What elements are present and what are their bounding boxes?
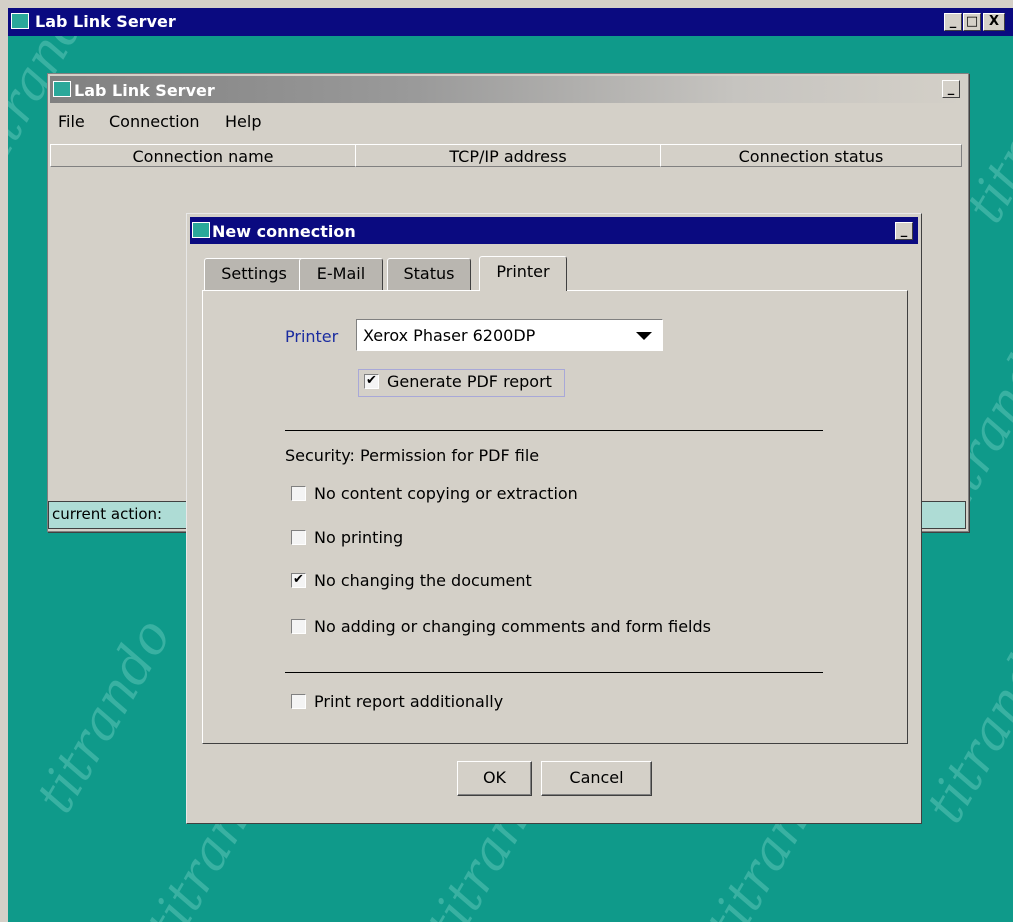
app-icon: [11, 13, 29, 29]
no-content-copying-label: No content copying or extraction: [314, 484, 578, 503]
generate-pdf-label: Generate PDF report: [387, 372, 552, 391]
checkbox-box[interactable]: [291, 530, 306, 545]
tab-email[interactable]: E-Mail: [299, 258, 383, 290]
dialog-title: New connection: [212, 222, 356, 241]
separator: [285, 430, 823, 431]
no-printing-label: No printing: [314, 528, 404, 547]
no-changing-document-label: No changing the document: [314, 571, 532, 590]
checkbox-box[interactable]: [291, 619, 306, 634]
inner-minimize-button[interactable]: _: [942, 80, 960, 98]
printer-label: Printer: [285, 327, 339, 346]
app-titlebar: Lab Link Server _ □ X: [8, 8, 1013, 36]
print-report-additionally-label: Print report additionally: [314, 692, 504, 711]
column-header-connection-name[interactable]: Connection name: [50, 144, 356, 167]
printer-select-value: Xerox Phaser 6200DP: [363, 326, 536, 345]
security-section-label: Security: Permission for PDF file: [285, 446, 540, 465]
tab-printer[interactable]: Printer: [479, 256, 567, 291]
watermark-logo: titrando: [915, 619, 1013, 833]
separator: [285, 672, 823, 673]
cancel-button[interactable]: Cancel: [541, 761, 652, 796]
inner-titlebar: Lab Link Server _: [50, 76, 966, 103]
column-header-tcp-ip-address[interactable]: TCP/IP address: [355, 144, 661, 167]
minimize-button[interactable]: _: [944, 13, 962, 31]
no-adding-comments-label: No adding or changing comments and form …: [314, 617, 711, 636]
tab-settings[interactable]: Settings: [204, 258, 304, 290]
watermark-logo: titrando: [25, 609, 184, 823]
column-header-connection-status[interactable]: Connection status: [660, 144, 962, 167]
inner-title: Lab Link Server: [74, 81, 215, 100]
status-label: current action:: [52, 505, 163, 523]
menu-file[interactable]: File: [58, 112, 85, 131]
checkbox-box[interactable]: [291, 694, 306, 709]
printer-select[interactable]: Xerox Phaser 6200DP: [356, 319, 663, 351]
checkbox-box[interactable]: ✔: [364, 374, 379, 389]
app-icon: [192, 222, 210, 238]
new-connection-dialog: New connection _ Settings E-Mail Status …: [186, 213, 922, 824]
printer-tab-panel: [202, 290, 908, 744]
checkbox-box[interactable]: ✔: [291, 573, 306, 588]
checkbox-box[interactable]: [291, 486, 306, 501]
tab-status[interactable]: Status: [387, 258, 471, 290]
menu-help[interactable]: Help: [225, 112, 261, 131]
ok-button[interactable]: OK: [457, 761, 532, 796]
maximize-button[interactable]: □: [963, 13, 981, 31]
dropdown-arrow-icon[interactable]: [636, 332, 652, 340]
dialog-minimize-button[interactable]: _: [895, 222, 913, 240]
menu-connection[interactable]: Connection: [109, 112, 200, 131]
app-icon: [53, 81, 71, 97]
close-button[interactable]: X: [983, 13, 1005, 31]
dialog-titlebar: New connection _: [190, 217, 918, 244]
app-title: Lab Link Server: [35, 12, 176, 31]
